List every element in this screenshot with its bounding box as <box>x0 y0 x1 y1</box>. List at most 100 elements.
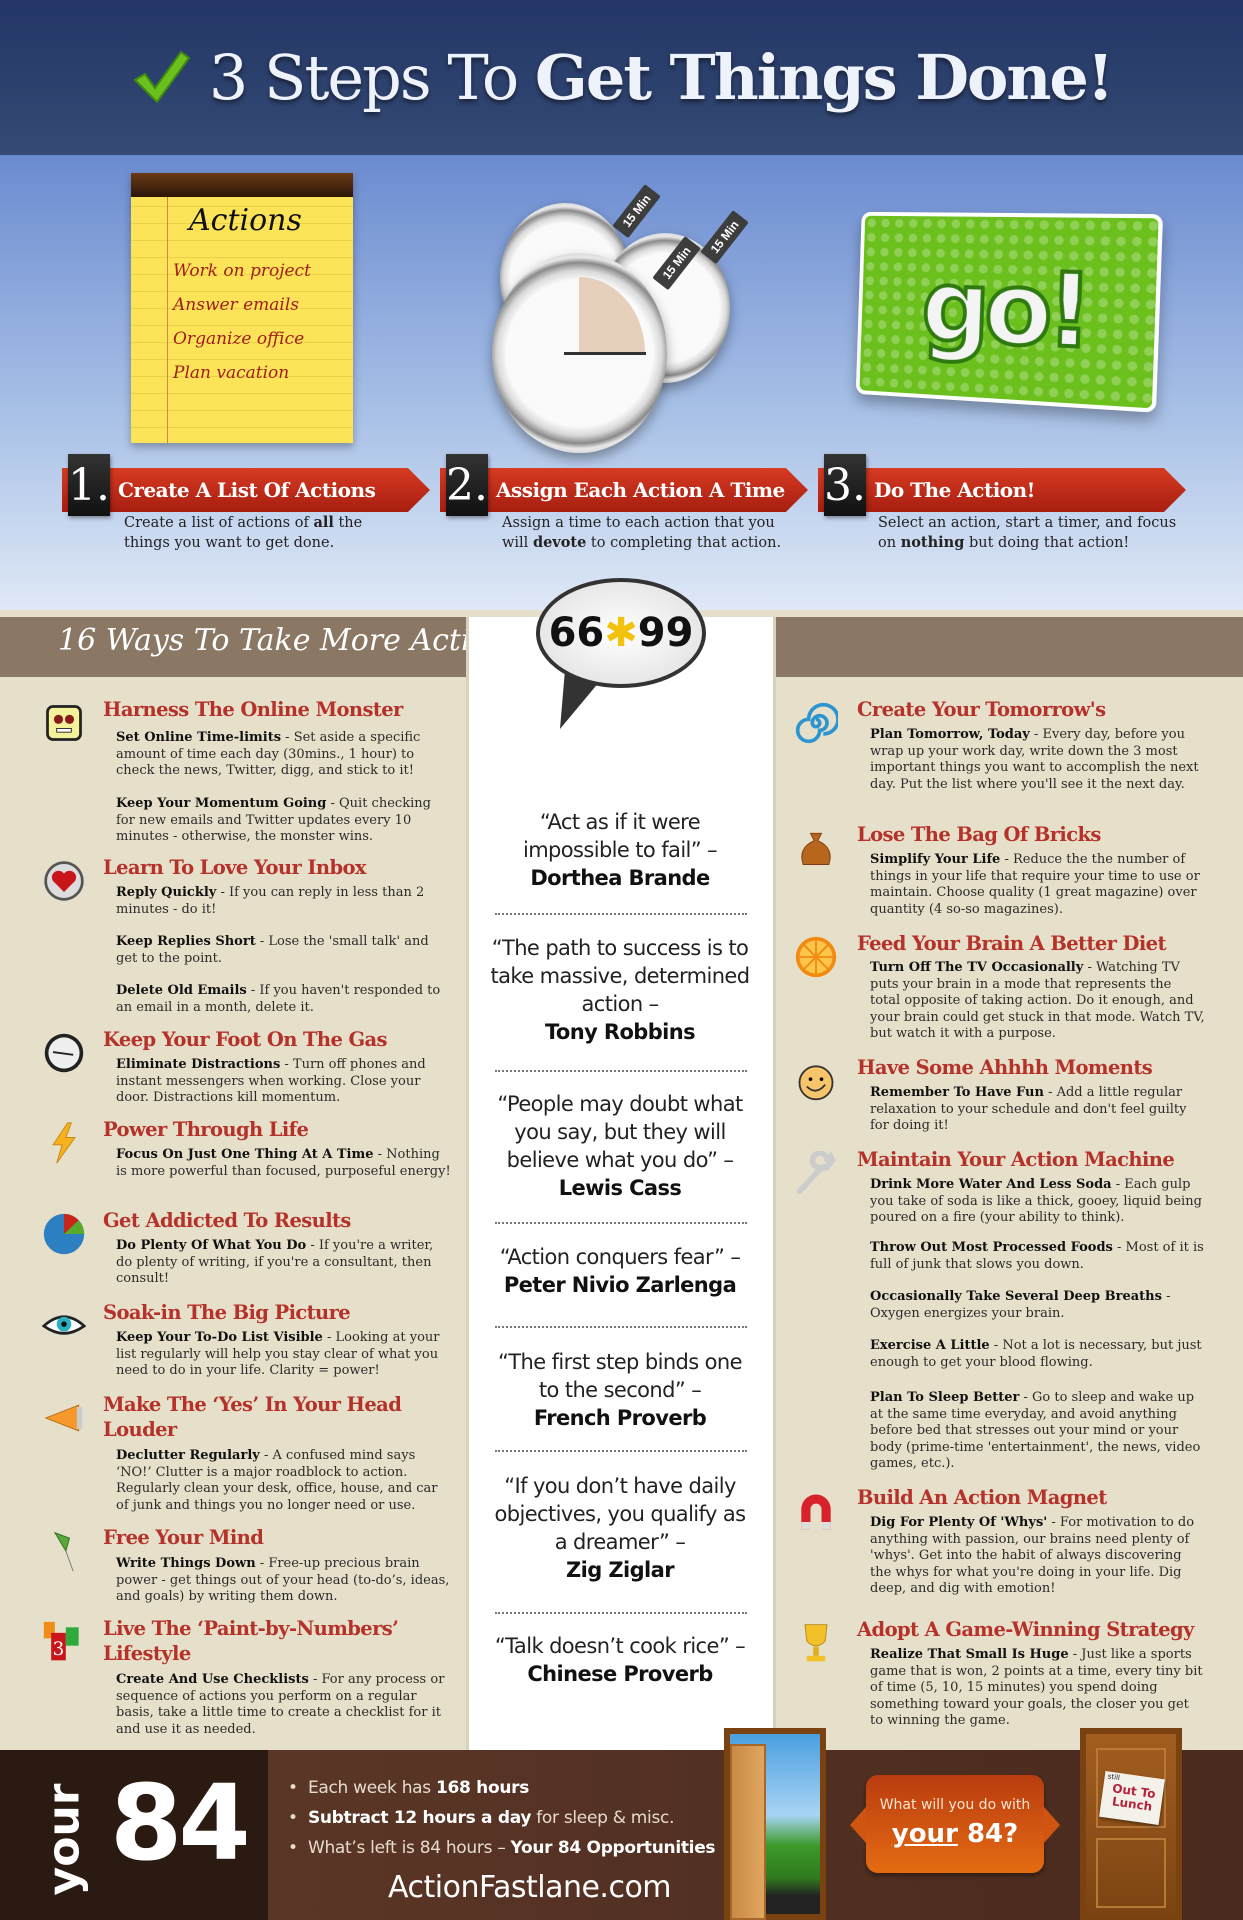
orange-slice-icon <box>792 933 840 981</box>
cta-badge: What will you do with your 84? <box>850 1775 1060 1873</box>
notepad-item: Answer emails <box>173 295 300 315</box>
tip-title: Build An Action Magnet <box>857 1486 1107 1509</box>
tip-title: Create Your Tomorrow's <box>857 698 1106 721</box>
tip-point: Realize That Small Is Huge - Just like a… <box>870 1647 1203 1728</box>
quote: “If you don’t have daily objectives, you… <box>494 1474 747 1582</box>
page-title: 3 Steps To Get Things Done! <box>208 41 1114 114</box>
pie-chart-icon <box>40 1210 88 1258</box>
tip-point: Eliminate Distractions - Turn off phones… <box>116 1057 426 1105</box>
tip-title: Get Addicted To Results <box>103 1209 351 1232</box>
open-door-icon <box>724 1728 826 1920</box>
sack-icon <box>792 824 840 872</box>
closed-door-icon <box>1080 1728 1182 1920</box>
speedometer-icon <box>40 1029 88 1077</box>
tip-point: Drink More Water And Less Soda - Each gu… <box>870 1177 1202 1225</box>
tip-point: Occasionally Take Several Deep Breaths -… <box>870 1289 1171 1321</box>
quote-divider <box>495 1612 747 1614</box>
tip-point: Do Plenty Of What You Do - If you're a w… <box>116 1238 434 1286</box>
quote-author: Peter Nivio Zarlenga <box>503 1273 737 1297</box>
header: 3 Steps To Get Things Done! <box>0 0 1243 155</box>
lightning-icon <box>40 1119 88 1167</box>
heart-email-icon <box>40 857 88 905</box>
tip-point: Throw Out Most Processed Foods - Most of… <box>870 1240 1204 1272</box>
notepad-item: Work on project <box>173 261 311 281</box>
actions-notepad: Actions Work on project Answer emails Or… <box>131 173 353 443</box>
tip-title: Feed Your Brain A Better Diet <box>857 932 1166 955</box>
step-description: Assign a time to each action that you wi… <box>502 515 782 551</box>
steps-section: Actions Work on project Answer emails Or… <box>0 155 1243 610</box>
monster-icon <box>40 699 88 747</box>
quote: “Talk doesn’t cook rice” – Chinese Prove… <box>494 1634 746 1686</box>
tip-title: Lose The Bag Of Bricks <box>857 823 1101 846</box>
quote-divider <box>495 913 747 915</box>
quote-author: Chinese Proverb <box>527 1662 713 1686</box>
ways-title: 16 Ways To Take More Action <box>58 623 508 658</box>
eye-icon <box>40 1302 88 1350</box>
quote: “Action conquers fear” – Peter Nivio Zar… <box>499 1245 741 1297</box>
go-card: go! <box>855 211 1164 413</box>
tip-point: Plan To Sleep Better - Go to sleep and w… <box>870 1390 1201 1471</box>
step-number: 2. <box>446 454 488 516</box>
checkmark-icon <box>133 50 191 104</box>
quote-author: Dorthea Brande <box>530 866 710 890</box>
quote-author: Tony Robbins <box>544 1020 696 1044</box>
tip-title: Make The ‘Yes’ In Your Head Louder <box>103 1393 402 1441</box>
kite-icon <box>40 1527 88 1575</box>
tip-point: Keep Your To-Do List Visible - Looking a… <box>116 1330 440 1378</box>
tip-title: Power Through Life <box>103 1118 309 1141</box>
tip-point: Dig For Plenty Of 'Whys' - For motivatio… <box>870 1515 1195 1596</box>
wrench-icon <box>792 1149 840 1197</box>
tip-point: Declutter Regularly - A confused mind sa… <box>116 1448 438 1513</box>
quote-divider <box>495 1326 747 1328</box>
notepad-title: Actions <box>189 203 302 238</box>
tip-title: Keep Your Foot On The Gas <box>103 1028 388 1051</box>
website-link[interactable]: ActionFastlane.com <box>388 1870 672 1905</box>
quote: “Act as if it were impossible to fail” –… <box>522 810 718 890</box>
cta-headline: your 84? <box>891 1819 1019 1849</box>
quote: “The first step binds one to the second”… <box>498 1350 743 1430</box>
timer-tag: 15 Min <box>612 183 661 239</box>
tip-point: Turn Off The TV Occasionally - Watching … <box>870 960 1205 1041</box>
quote-divider <box>495 1222 747 1224</box>
timer-icon <box>492 253 667 453</box>
big-84: 84 <box>110 1762 251 1884</box>
step-number: 3. <box>824 454 866 516</box>
tip-point: Set Online Time-limits - Set aside a spe… <box>116 730 421 778</box>
tip-point: Keep Your Momentum Going - Quit checking… <box>116 796 431 844</box>
timer-tag: 15 Min <box>700 209 749 265</box>
quote-author: French Proverb <box>533 1406 707 1430</box>
megaphone-icon <box>40 1394 88 1442</box>
your-label: your <box>38 1783 90 1896</box>
tip-point: Write Things Down - Free-up precious bra… <box>116 1556 450 1604</box>
notepad-item: Organize office <box>173 329 305 349</box>
tip-point: Reply Quickly - If you can reply in less… <box>116 885 425 917</box>
fact-item: • Each week has 168 hours <box>288 1778 530 1798</box>
tip-point: Create And Use Checklists - For any proc… <box>116 1672 445 1737</box>
quote-author: Zig Ziglar <box>566 1558 675 1582</box>
quote-bubble-icon: 66 ✱ 99 <box>536 578 706 688</box>
fact-item: • Subtract 12 hours a day for sleep & mi… <box>288 1808 675 1828</box>
numbers-icon: 3 <box>40 1618 88 1666</box>
tip-point: Plan Tomorrow, Today - Every day, before… <box>870 727 1199 792</box>
step-description: Create a list of actions of all the thin… <box>124 514 363 551</box>
tip-point: Simplify Your Life - Reduce the the numb… <box>870 852 1200 917</box>
step-title: Assign Each Action A Time <box>496 478 785 502</box>
quote-author: Lewis Cass <box>558 1176 682 1200</box>
tip-title: Learn To Love Your Inbox <box>103 856 367 879</box>
smiley-face-icon <box>792 1057 840 1105</box>
tip-title: Harness The Online Monster <box>103 698 403 721</box>
tip-title: Adopt A Game-Winning Strategy <box>857 1618 1194 1641</box>
tip-title: Free Your Mind <box>103 1526 264 1549</box>
step-title: Do The Action! <box>874 478 1035 502</box>
notepad-item: Plan vacation <box>173 363 290 383</box>
step-number: 1. <box>68 454 110 516</box>
tip-title: Live The ‘Paint-by-Numbers’ Lifestyle <box>103 1617 399 1665</box>
quote: “People may doubt what you say, but they… <box>497 1092 743 1200</box>
step-description: Select an action, start a timer, and foc… <box>878 515 1177 551</box>
quote-divider <box>495 1070 747 1072</box>
tip-point: Focus On Just One Thing At A Time - Noth… <box>116 1147 451 1179</box>
svg-text:3: 3 <box>53 1639 65 1660</box>
quote-divider <box>495 1450 747 1452</box>
go-text: go! <box>918 246 1091 373</box>
quote: “The path to success is to take massive,… <box>490 936 751 1044</box>
